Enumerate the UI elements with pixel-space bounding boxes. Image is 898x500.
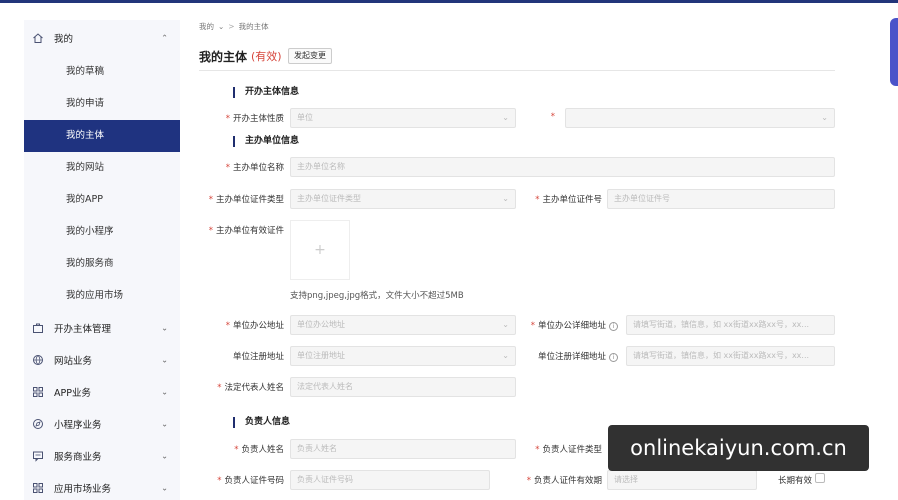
section-organizer-title: 开办主体信息	[233, 87, 299, 98]
info-icon[interactable]: i	[609, 322, 618, 331]
field-label-person-name: * 负责人姓名	[234, 445, 284, 455]
unit-name-input[interactable]: 主办单位名称	[290, 157, 835, 177]
title-divider	[199, 70, 835, 71]
app-grid-icon	[32, 386, 44, 398]
top-accent-bar	[0, 0, 898, 3]
field-label-id-type: * 主办单位证件类型	[208, 195, 284, 205]
my-submenu: 我的草稿 我的申请 我的主体 我的网站 我的APP 我的小程序 我的服务商 我的…	[24, 56, 180, 312]
sidebar-item-my-entity[interactable]: 我的主体	[24, 120, 180, 152]
upload-hint: 支持png,jpeg,jpg格式，文件大小不超过5MB	[290, 291, 464, 301]
field-label-reg-address: 单位注册地址	[232, 352, 284, 362]
sidebar-item-app[interactable]: 我的APP	[24, 184, 180, 216]
sidebar-item-applications[interactable]: 我的申请	[24, 88, 180, 120]
field-label-id-number: * 主办单位证件号	[535, 195, 602, 205]
sidebar-item-service-provider[interactable]: 我的服务商	[24, 248, 180, 280]
chevron-down-icon: ⌄	[502, 113, 509, 122]
chevron-down-icon: ⌄	[161, 483, 168, 493]
home-icon	[32, 32, 44, 44]
field-label-long-term: 长期有效	[778, 476, 813, 486]
page-title: 我的主体	[199, 50, 248, 64]
breadcrumb: 我的 ⌄ > 我的主体	[199, 21, 269, 32]
chevron-down-icon: ⌄	[161, 419, 168, 429]
status-badge: (有效)	[251, 50, 282, 63]
reg-address-select[interactable]: 单位注册地址 ⌄	[290, 346, 516, 366]
chevron-down-icon: ⌄	[502, 351, 509, 360]
chevron-down-icon: ⌄	[821, 113, 828, 122]
briefcase-icon	[32, 322, 44, 334]
office-detail-input[interactable]: 请填写街道，镇信息，如 xx街道xx路xx号，xx...	[626, 315, 835, 335]
organizer-nature-select[interactable]: 单位 ⌄	[290, 108, 516, 128]
field-label-legal-rep: * 法定代表人姓名	[217, 383, 284, 393]
field-label-person-id-type: * 负责人证件类型	[535, 445, 602, 455]
id-number-input[interactable]: 主办单位证件号	[607, 189, 835, 209]
office-address-select[interactable]: 单位办公地址 ⌄	[290, 315, 516, 335]
plus-icon: +	[314, 242, 326, 258]
breadcrumb-root[interactable]: 我的	[199, 21, 214, 32]
chevron-up-icon: ⌃	[161, 33, 168, 43]
person-name-input[interactable]: 负责人姓名	[290, 439, 516, 459]
secondary-type-select[interactable]: ⌄	[565, 108, 835, 128]
reg-detail-input[interactable]: 请填写街道，镇信息，如 xx街道xx路xx号，xx...	[626, 346, 835, 366]
long-term-checkbox[interactable]	[815, 473, 825, 483]
chevron-down-icon: ⌄	[218, 22, 225, 31]
chevron-down-icon: ⌄	[502, 320, 509, 329]
sidebar-group-website[interactable]: 网站业务 ⌄	[24, 344, 180, 376]
legal-rep-input[interactable]: 法定代表人姓名	[290, 377, 516, 397]
sidebar-group-label: 我的	[54, 34, 74, 45]
chevron-down-icon: ⌄	[161, 355, 168, 365]
sidebar-group-my[interactable]: 我的 ⌃	[24, 20, 180, 56]
globe-icon	[32, 354, 44, 366]
id-type-select[interactable]: 主办单位证件类型 ⌄	[290, 189, 516, 209]
sidebar-group-app[interactable]: APP业务 ⌄	[24, 376, 180, 408]
field-label-organizer-nature: * 开办主体性质	[225, 114, 284, 124]
compass-icon	[32, 418, 44, 430]
chevron-down-icon: ⌄	[161, 323, 168, 333]
field-label-unit-name: * 主办单位名称	[225, 163, 284, 173]
breadcrumb-separator: >	[228, 22, 235, 31]
watermark-overlay: onlinekaiyun.com.cn	[608, 425, 869, 471]
sidebar-item-websites[interactable]: 我的网站	[24, 152, 180, 184]
section-responsible-title: 负责人信息	[233, 417, 290, 428]
chevron-down-icon: ⌄	[502, 194, 509, 203]
field-label-required-marker: *	[550, 112, 555, 122]
person-id-valid-datepicker[interactable]: 请选择	[607, 470, 757, 490]
chevron-down-icon: ⌄	[161, 451, 168, 461]
grid-icon	[32, 482, 44, 494]
field-label-valid-cert: * 主办单位有效证件	[208, 226, 284, 236]
sidebar: 我的 ⌃ 我的草稿 我的申请 我的主体 我的网站 我的APP 我的小程序 我的服…	[24, 20, 180, 500]
field-label-person-id-valid: * 负责人证件有效期	[526, 476, 602, 486]
sidebar-item-app-market[interactable]: 我的应用市场	[24, 280, 180, 312]
sidebar-group-service-provider[interactable]: 服务商业务 ⌄	[24, 440, 180, 472]
floating-side-tab[interactable]	[890, 18, 898, 86]
person-id-number-input[interactable]: 负责人证件号码	[290, 470, 490, 490]
initiate-change-button[interactable]: 发起变更	[288, 48, 332, 64]
field-label-office-detail: * 单位办公详细地址 i	[531, 319, 618, 331]
field-label-office-address: * 单位办公地址	[225, 321, 284, 331]
sidebar-group-entity-management[interactable]: 开办主体管理 ⌄	[24, 312, 180, 344]
info-icon[interactable]: i	[609, 353, 618, 362]
cert-upload-button[interactable]: +	[290, 220, 350, 280]
section-host-unit-title: 主办单位信息	[233, 136, 299, 147]
breadcrumb-current: 我的主体	[238, 22, 269, 31]
sidebar-item-drafts[interactable]: 我的草稿	[24, 56, 180, 88]
chevron-down-icon: ⌄	[161, 387, 168, 397]
sidebar-group-mini-program[interactable]: 小程序业务 ⌄	[24, 408, 180, 440]
field-label-person-id-number: * 负责人证件号码	[217, 476, 284, 486]
message-icon	[32, 450, 44, 462]
field-label-reg-detail: 单位注册详细地址 i	[538, 350, 618, 362]
sidebar-group-app-market[interactable]: 应用市场业务 ⌄	[24, 472, 180, 500]
sidebar-item-mini-program[interactable]: 我的小程序	[24, 216, 180, 248]
